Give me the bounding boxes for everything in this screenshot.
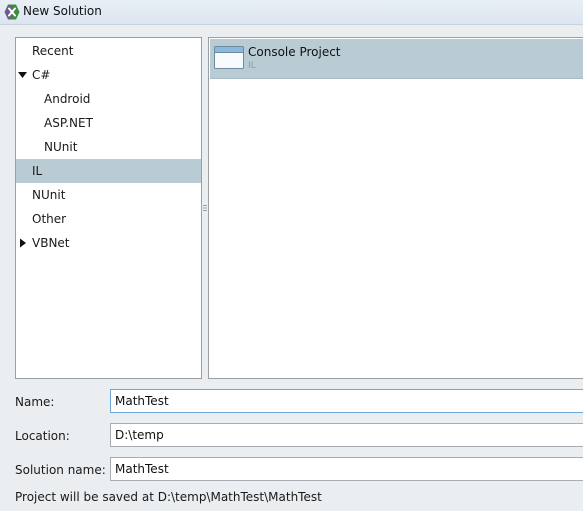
location-label: Location:: [15, 429, 70, 443]
category-label: IL: [32, 164, 43, 178]
category-label: Recent: [32, 44, 74, 58]
solution-name-input[interactable]: [110, 457, 583, 481]
category-item-il[interactable]: IL: [16, 159, 201, 183]
solution-name-label: Solution name:: [15, 463, 106, 477]
location-input[interactable]: [110, 423, 583, 447]
template-list[interactable]: Console Project IL: [208, 37, 583, 379]
category-item-recent[interactable]: Recent: [16, 39, 201, 63]
category-item-nunit[interactable]: NUnit: [16, 183, 201, 207]
window-title: New Solution: [23, 4, 102, 18]
category-item-vbnet[interactable]: VBNet: [16, 231, 201, 255]
save-path-text: Project will be saved at D:\temp\MathTes…: [15, 490, 322, 504]
template-language: IL: [248, 61, 256, 71]
category-label: NUnit: [44, 140, 78, 154]
category-label: C#: [32, 68, 51, 82]
category-item-other[interactable]: Other: [16, 207, 201, 231]
console-window-icon: [214, 46, 244, 69]
category-item-csharp-nunit[interactable]: NUnit: [16, 135, 201, 159]
category-item-csharp[interactable]: C#: [16, 63, 201, 87]
template-item-console-project[interactable]: Console Project IL: [210, 39, 583, 79]
panel-splitter-handle[interactable]: [203, 204, 207, 212]
category-item-android[interactable]: Android: [16, 87, 201, 111]
category-label: ASP.NET: [44, 116, 93, 130]
title-bar: New Solution: [0, 0, 583, 25]
category-label: Android: [44, 92, 91, 106]
category-list[interactable]: Recent C# Android ASP.NET NUnit IL NUnit…: [15, 37, 202, 379]
category-label: VBNet: [32, 236, 70, 250]
category-label: NUnit: [32, 188, 66, 202]
name-input[interactable]: [110, 389, 583, 413]
xamarin-logo-icon: [4, 4, 20, 20]
category-item-aspnet[interactable]: ASP.NET: [16, 111, 201, 135]
expanded-triangle-icon[interactable]: [18, 70, 28, 80]
category-label: Other: [32, 212, 67, 226]
name-label: Name:: [15, 395, 55, 409]
template-name: Console Project: [248, 45, 341, 59]
collapsed-triangle-icon[interactable]: [18, 238, 28, 248]
